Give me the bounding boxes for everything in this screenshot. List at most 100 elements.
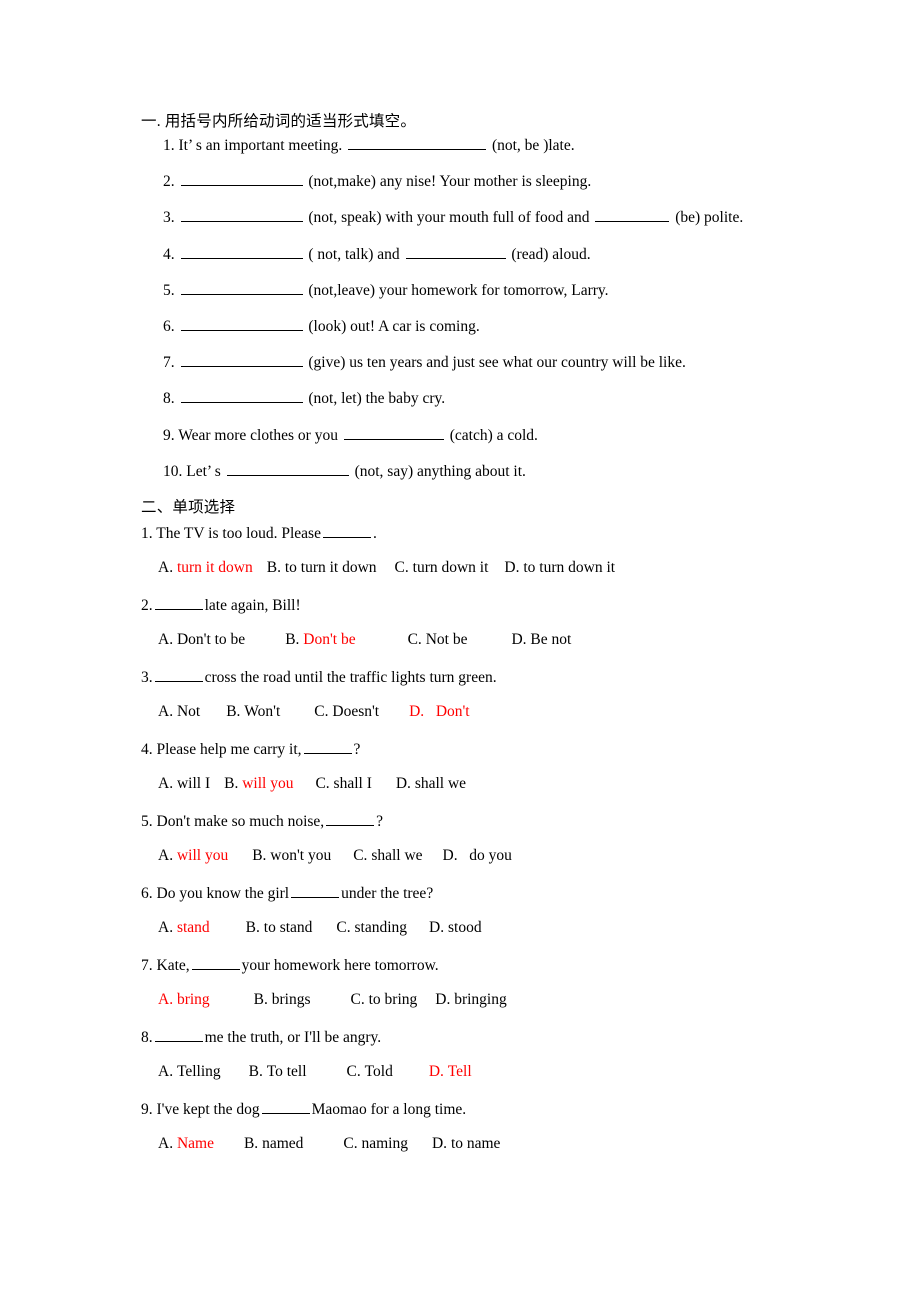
answer-blank[interactable] (291, 884, 340, 898)
option-choice[interactable]: B. to stand (246, 918, 313, 938)
multiple-choice-question: 8. me the truth, or I'll be angry. A. Tell… (141, 1028, 841, 1082)
option-choice[interactable]: C. shall I (315, 774, 371, 794)
document-content: 一. 用括号内所给动词的适当形式填空。 1. It’ s an importan… (141, 112, 841, 1172)
option-text-correct: turn it down (176, 558, 253, 576)
option-choice[interactable]: C. naming (343, 1134, 408, 1154)
option-choice[interactable]: A. Telling (158, 1062, 221, 1082)
question-stem-after-blank: ? (353, 740, 361, 758)
option-choice[interactable]: D. stood (429, 918, 482, 938)
option-text: will I (176, 774, 211, 792)
item-text-after-blank: (read) aloud. (511, 245, 591, 263)
option-label: B. (253, 990, 268, 1008)
question-stem: 5. Don't make so much noise,? (141, 812, 841, 832)
option-text: Told (364, 1062, 393, 1080)
item-number: 7. (163, 354, 175, 372)
option-choice[interactable]: C. shall we (353, 846, 422, 866)
option-label: A. (158, 1062, 174, 1080)
option-text: to stand (263, 918, 313, 936)
option-choice[interactable]: B. Won't (226, 702, 280, 722)
worksheet-page: 一. 用括号内所给动词的适当形式填空。 1. It’ s an importan… (0, 0, 920, 1302)
answer-blank[interactable] (154, 596, 203, 610)
answer-blank[interactable] (405, 245, 506, 259)
option-choice[interactable]: D. do you (443, 846, 512, 866)
fill-in-blank-item: 2. (not,make) any nise! Your mother is s… (141, 172, 841, 192)
multiple-choice-question: 5. Don't make so much noise,? A. will you… (141, 812, 841, 866)
question-stem-after-blank: cross the road until the traffic lights … (204, 668, 497, 686)
answer-blank[interactable] (180, 389, 303, 404)
option-choice[interactable]: C. to bring (351, 990, 418, 1010)
option-text: Be not (530, 630, 572, 648)
option-text: standing (354, 918, 408, 936)
answer-blank[interactable] (180, 353, 303, 368)
option-choice[interactable]: A. bring (158, 990, 210, 1010)
option-choice[interactable]: B. named (244, 1134, 303, 1154)
option-choice[interactable]: A. turn it down (158, 558, 253, 578)
option-row: A. Not B. Won't C. Doesn't D. Don't (141, 702, 841, 722)
section-two-heading: 二、单项选择 (141, 498, 236, 516)
question-stem-before-blank: 8. (141, 1028, 153, 1046)
option-choice[interactable]: D. shall we (396, 774, 466, 794)
multiple-choice-question: 3. cross the road until the traffic light… (141, 668, 841, 722)
item-text-middle: ( not, talk) and (308, 245, 400, 263)
answer-blank[interactable] (180, 172, 303, 187)
option-choice[interactable]: A. will I (158, 774, 210, 794)
option-text: to bring (368, 990, 418, 1008)
option-text-correct: will you (176, 846, 229, 864)
option-choice[interactable]: D. bringing (435, 990, 506, 1010)
item-number: 1. (163, 137, 175, 154)
option-choice[interactable]: C. Not be (408, 630, 468, 650)
question-stem: 3. cross the road until the traffic light… (141, 668, 841, 688)
answer-blank[interactable] (343, 426, 444, 440)
option-text: Doesn't (332, 702, 380, 720)
answer-blank[interactable] (180, 208, 303, 223)
answer-blank[interactable] (303, 740, 352, 754)
option-text-correct: Don't be (303, 630, 356, 648)
option-choice[interactable]: B. To tell (249, 1062, 307, 1082)
option-choice[interactable]: D. to turn down it (504, 558, 615, 578)
option-choice[interactable]: C. turn down it (395, 558, 489, 578)
option-choice[interactable]: B. Don't be (285, 630, 355, 650)
option-choice[interactable]: D. Don't (409, 702, 470, 722)
option-choice[interactable]: D. Be not (511, 630, 571, 650)
option-choice[interactable]: A. Not (158, 702, 200, 722)
option-choice[interactable]: D. Tell (429, 1062, 472, 1082)
answer-blank[interactable] (322, 524, 371, 538)
option-text-correct: Name (176, 1134, 214, 1152)
answer-blank[interactable] (595, 208, 670, 223)
option-choice[interactable]: C. standing (336, 918, 407, 938)
option-choice[interactable]: D. to name (432, 1134, 500, 1154)
answer-blank[interactable] (348, 136, 487, 150)
answer-blank[interactable] (180, 245, 303, 259)
answer-blank[interactable] (180, 317, 303, 331)
option-choice[interactable]: A. Don't to be (158, 630, 245, 650)
option-text: bringing (454, 990, 507, 1008)
answer-blank[interactable] (180, 281, 303, 295)
answer-blank[interactable] (261, 1100, 310, 1114)
answer-blank[interactable] (154, 668, 203, 682)
option-label: B. (252, 846, 267, 864)
option-choice[interactable]: B. will you (224, 774, 293, 794)
option-choice[interactable]: B. brings (254, 990, 311, 1010)
option-label: C. (394, 558, 409, 576)
option-label: C. (315, 774, 330, 792)
answer-blank[interactable] (226, 462, 349, 476)
answer-blank[interactable] (154, 1028, 203, 1042)
option-choice[interactable]: B. to turn it down (267, 558, 377, 578)
multiple-choice-question: 2. late again, Bill! A. Don't to be B. Don'… (141, 596, 841, 650)
answer-blank[interactable] (326, 812, 375, 826)
fill-in-blank-list: 1. It’ s an important meeting. (not, be … (141, 136, 841, 482)
question-stem-after-blank: me the truth, or I'll be angry. (204, 1028, 382, 1046)
option-label: D. (435, 990, 451, 1008)
option-choice[interactable]: C. Doesn't (314, 702, 379, 722)
option-choice[interactable]: A. Name (158, 1134, 214, 1154)
option-text: Not be (425, 630, 468, 648)
option-label: D. (431, 1134, 448, 1152)
option-text: named (262, 1134, 304, 1152)
option-choice[interactable]: C. Told (347, 1062, 393, 1082)
answer-blank[interactable] (191, 956, 240, 970)
item-text-after-blank: (be) polite. (675, 209, 744, 227)
option-choice[interactable]: A. stand (158, 918, 210, 938)
option-choice[interactable]: B. won't you (252, 846, 331, 866)
option-label: D. (504, 558, 520, 576)
option-choice[interactable]: A. will you (158, 846, 228, 866)
